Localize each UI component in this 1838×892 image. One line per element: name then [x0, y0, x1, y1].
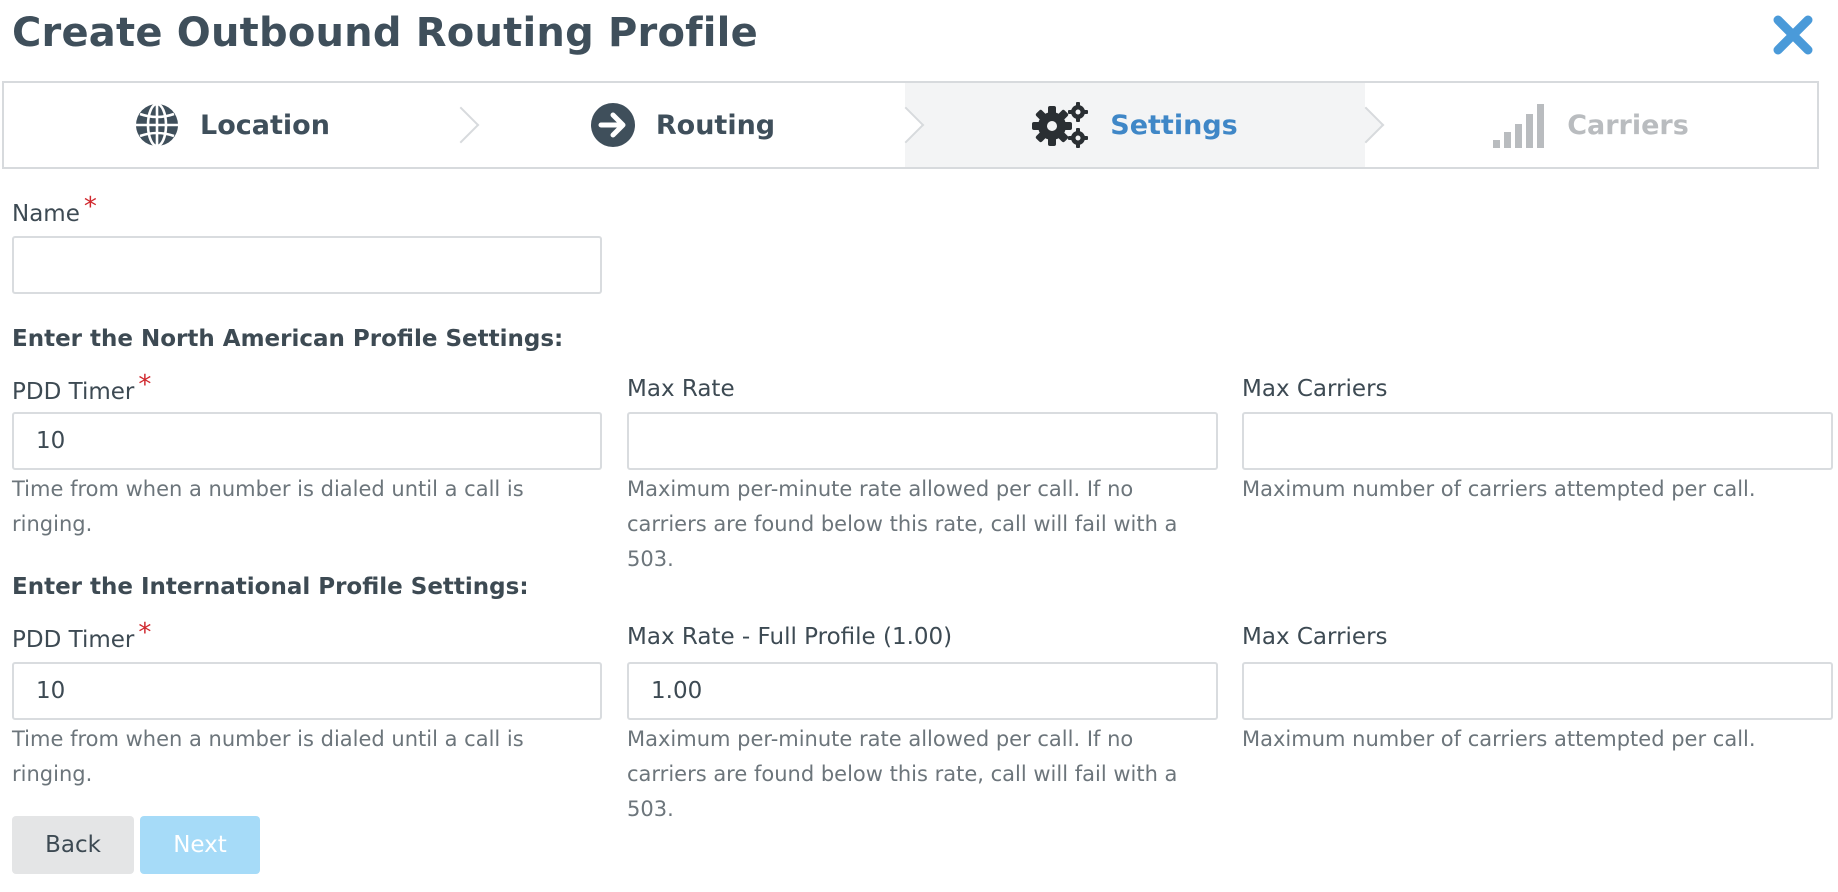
intl-max-carriers-help: Maximum number of carriers attempted per…	[1242, 727, 1756, 751]
intl-pdd-timer-help: Time from when a number is dialed until …	[12, 727, 524, 786]
close-button[interactable]	[1772, 14, 1814, 56]
step-label: Carriers	[1567, 109, 1689, 141]
arrow-right-circle-icon	[590, 103, 635, 147]
next-button[interactable]: Next	[140, 816, 260, 874]
name-label: Name *	[12, 192, 97, 227]
na-max-rate-input[interactable]	[627, 412, 1218, 470]
intl-max-rate-input[interactable]	[627, 662, 1218, 720]
na-max-carriers-input[interactable]	[1242, 412, 1833, 470]
intl-pdd-timer-input[interactable]	[12, 662, 602, 720]
close-icon	[1773, 15, 1813, 55]
na-max-carriers-label: Max Carriers	[1242, 376, 1388, 402]
step-label: Settings	[1110, 109, 1238, 141]
international-heading: Enter the International Profile Settings…	[12, 574, 529, 600]
step-carriers: Carriers	[1365, 83, 1817, 167]
intl-pdd-timer-label: PDD Timer *	[12, 618, 152, 653]
na-max-rate-help: Maximum per-minute rate allowed per call…	[627, 477, 1178, 571]
na-pdd-timer-label: PDD Timer *	[12, 370, 152, 405]
na-max-rate-label: Max Rate	[627, 376, 735, 402]
required-marker: *	[83, 192, 97, 222]
intl-max-carriers-input[interactable]	[1242, 662, 1833, 720]
required-marker: *	[138, 370, 152, 400]
required-marker: *	[138, 618, 152, 648]
na-max-carriers-help: Maximum number of carriers attempted per…	[1242, 477, 1756, 501]
globe-icon	[136, 102, 179, 148]
signal-bars-icon	[1493, 104, 1545, 148]
intl-max-rate-label: Max Rate - Full Profile (1.00)	[627, 624, 953, 650]
step-label: Routing	[655, 109, 776, 141]
step-label: Location	[200, 109, 330, 141]
north-american-heading: Enter the North American Profile Setting…	[12, 326, 564, 352]
intl-max-rate-help: Maximum per-minute rate allowed per call…	[627, 727, 1178, 821]
na-pdd-timer-help: Time from when a number is dialed until …	[12, 477, 524, 536]
name-input[interactable]	[12, 236, 602, 294]
step-location[interactable]: Location	[4, 83, 480, 167]
page-title: Create Outbound Routing Profile	[12, 10, 758, 56]
intl-max-carriers-label: Max Carriers	[1242, 624, 1388, 650]
na-pdd-timer-input[interactable]	[12, 412, 602, 470]
back-button[interactable]: Back	[12, 816, 134, 874]
gears-icon	[1032, 102, 1089, 148]
step-routing[interactable]: Routing	[460, 83, 925, 167]
wizard-steps: Location Routing Settings Carriers	[2, 81, 1819, 169]
step-settings[interactable]: Settings	[905, 83, 1385, 167]
